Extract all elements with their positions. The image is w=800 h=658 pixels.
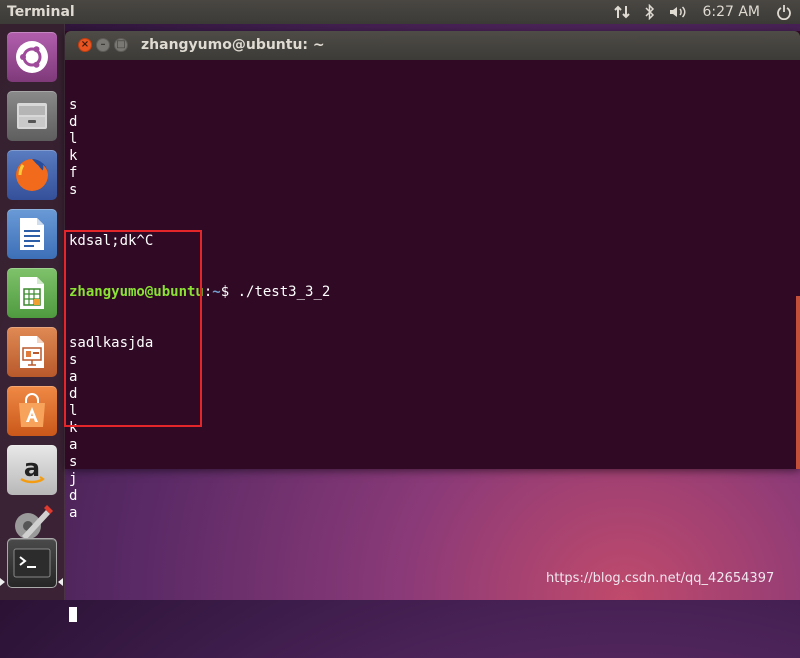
launcher: a	[0, 24, 65, 600]
top-panel: Terminal 6:27 AM	[0, 0, 800, 24]
prompt-symbol: $	[220, 284, 238, 300]
firefox-icon[interactable]	[7, 150, 57, 200]
output-line: a	[69, 505, 78, 521]
prompt-path: ~	[212, 284, 221, 300]
svg-text:a: a	[24, 454, 40, 482]
annotation-highlight-box	[64, 230, 202, 427]
window-title: zhangyumo@ubuntu: ~	[141, 37, 325, 53]
terminal-line: k	[69, 148, 78, 164]
bluetooth-icon[interactable]	[642, 0, 658, 24]
watermark-text: https://blog.csdn.net/qq_42654397	[546, 571, 775, 586]
terminal-line: f	[69, 165, 78, 181]
terminal-line: d	[69, 114, 78, 130]
output-line: d	[69, 488, 78, 504]
window-titlebar[interactable]: × – □ zhangyumo@ubuntu: ~	[65, 31, 800, 60]
terminal-line: l	[69, 131, 78, 147]
indicator-area: 6:27 AM	[610, 0, 800, 24]
libreoffice-impress-icon[interactable]	[7, 327, 57, 377]
libreoffice-writer-icon[interactable]	[7, 209, 57, 259]
clock[interactable]: 6:27 AM	[702, 0, 760, 24]
minimize-button[interactable]: –	[96, 38, 110, 52]
output-line: s	[69, 454, 78, 470]
terminal-line: s	[69, 182, 78, 198]
ubuntu-software-icon[interactable]	[7, 386, 57, 436]
ubuntu-dash-icon[interactable]	[7, 32, 57, 82]
amazon-icon[interactable]: a	[7, 445, 57, 495]
minimize-icon: –	[100, 39, 106, 50]
prompt-command: ./test3_3_2	[237, 284, 331, 300]
focused-app-indicator	[58, 578, 63, 586]
cursor-line	[69, 607, 791, 624]
files-icon[interactable]	[7, 91, 57, 141]
output-line: j	[69, 471, 78, 487]
close-icon: ×	[80, 39, 90, 50]
terminal-line: s	[69, 97, 78, 113]
maximize-icon: □	[116, 39, 126, 50]
active-app-name: Terminal	[7, 4, 75, 20]
terminal-icon[interactable]	[7, 538, 57, 588]
libreoffice-calc-icon[interactable]	[7, 268, 57, 318]
text-cursor	[69, 607, 77, 622]
running-app-indicator	[0, 578, 5, 586]
volume-icon[interactable]	[666, 0, 690, 24]
scrollbar[interactable]	[796, 296, 800, 469]
output-line: a	[69, 437, 78, 453]
close-button[interactable]: ×	[78, 38, 92, 52]
power-icon[interactable]	[772, 0, 796, 24]
maximize-button[interactable]: □	[114, 38, 128, 52]
network-icon[interactable]	[610, 0, 634, 24]
